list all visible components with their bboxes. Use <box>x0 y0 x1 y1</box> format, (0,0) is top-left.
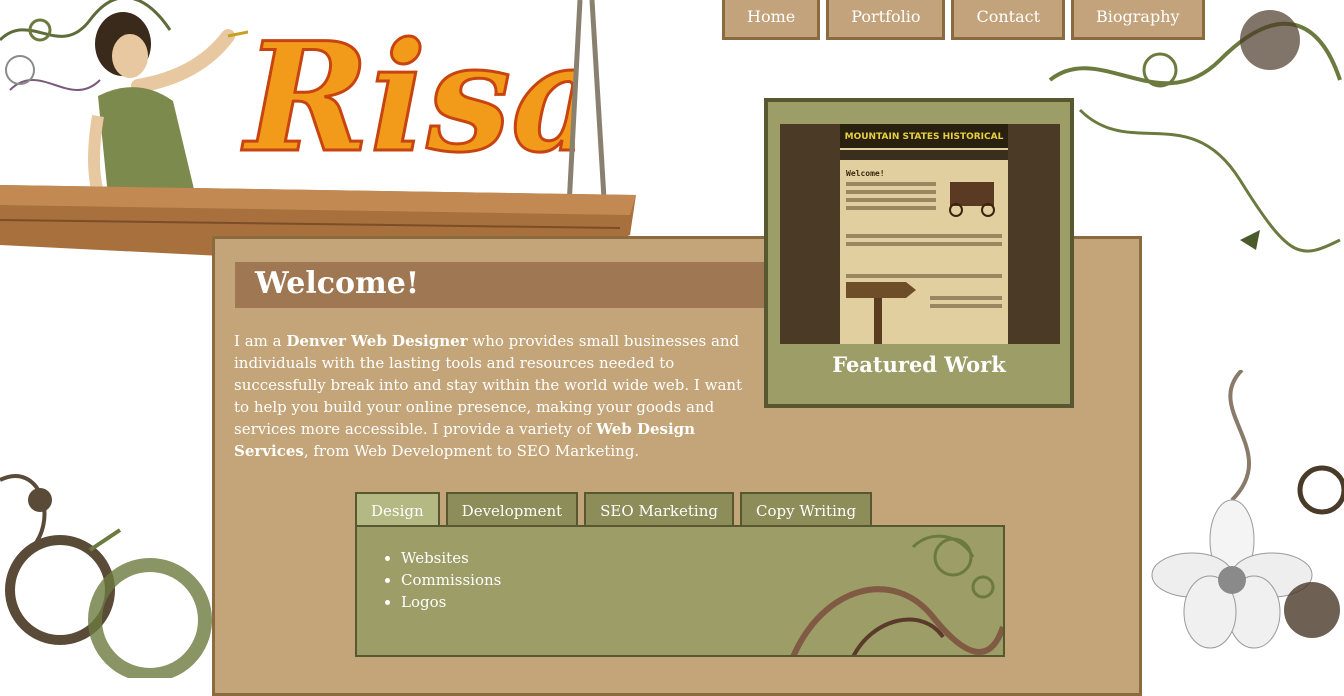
tab-development[interactable]: Development <box>445 492 579 526</box>
tab-copy-writing[interactable]: Copy Writing <box>739 492 873 526</box>
welcome-title: Welcome! <box>255 266 420 301</box>
tab-design[interactable]: Design <box>355 492 440 526</box>
tab-panel-swirl-decoration <box>790 534 1003 655</box>
nav-contact[interactable]: Contact <box>951 0 1066 40</box>
nav-home[interactable]: Home <box>722 0 821 40</box>
featured-work-label: Featured Work <box>832 352 1006 377</box>
featured-work-box[interactable]: MOUNTAIN STATES HISTORICAL Welcome! Feat… <box>764 98 1074 408</box>
featured-preview-title: MOUNTAIN STATES HISTORICAL <box>845 132 1004 142</box>
bottom-left-floral-decoration <box>0 460 214 678</box>
tab-content-panel: Websites Commissions Logos <box>355 525 1005 657</box>
intro-text-1: I am a <box>234 332 287 350</box>
intro-text-3: , from Web Development to SEO Marketing. <box>303 442 640 460</box>
main-navigation: Home Portfolio Contact Biography <box>722 0 1211 44</box>
nav-biography[interactable]: Biography <box>1071 0 1205 40</box>
featured-preview-heading: Welcome! <box>846 169 885 178</box>
tab-seo-marketing[interactable]: SEO Marketing <box>584 492 734 526</box>
intro-bold-denver-web-designer: Denver Web Designer <box>286 332 468 350</box>
services-tabs: Design Development SEO Marketing Copy Wr… <box>355 492 878 526</box>
nav-portfolio[interactable]: Portfolio <box>826 0 946 40</box>
bottom-right-flower-decoration <box>1142 370 1344 678</box>
intro-paragraph: I am a Denver Web Designer who provides … <box>234 330 744 462</box>
featured-work-thumbnail[interactable]: MOUNTAIN STATES HISTORICAL Welcome! <box>780 124 1060 344</box>
